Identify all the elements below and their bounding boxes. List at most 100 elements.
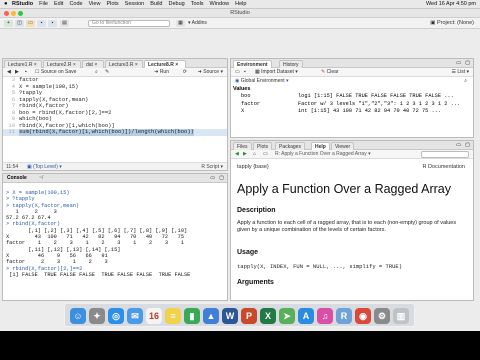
new-file-icon[interactable]: + (4, 20, 13, 27)
tab-packages[interactable]: Packages (275, 142, 305, 150)
save-icon[interactable]: ▪ (37, 20, 46, 27)
minimize-pane-icon[interactable]: ▭ (456, 141, 461, 150)
forward-arrow-icon[interactable]: ▶ (243, 150, 247, 159)
mac-dock: ☺ ✦ ◎ ✉ 16 ≡ ▮ ▲ W P X ➤ A ♫ R ◉ ⚙ ▥ (64, 303, 415, 327)
itunes-icon[interactable]: ♫ (317, 308, 333, 324)
word-icon[interactable]: W (222, 308, 238, 324)
save-workspace-icon[interactable]: ▪ (244, 68, 246, 77)
load-workspace-icon[interactable]: ▭ (235, 68, 240, 77)
tab-files[interactable]: Files (233, 142, 252, 150)
new-project-icon[interactable]: ◫ (15, 20, 24, 27)
maximize-pane-icon[interactable]: ▢ (465, 59, 470, 68)
home-icon[interactable]: ⌂ (253, 150, 256, 159)
menu-item-session[interactable]: Session (125, 1, 145, 7)
import-dataset-button[interactable]: ▦ Import Dataset ▾ (255, 68, 298, 77)
apple-icon[interactable]: ● (4, 0, 8, 9)
console-pane: Console ~/ ▭ ▢ > X = sample(100,15) > ?ta… (2, 173, 228, 301)
grid-icon[interactable]: ▦ (176, 20, 185, 27)
powerpoint-icon[interactable]: P (241, 308, 257, 324)
excel-icon[interactable]: X (260, 308, 276, 324)
numbers-icon[interactable]: ▮ (184, 308, 200, 324)
menu-item-help[interactable]: Help (235, 1, 246, 7)
appstore-icon[interactable]: A (298, 308, 314, 324)
menu-item-tools[interactable]: Tools (191, 1, 204, 7)
rerun-icon[interactable]: ⟳ (183, 68, 187, 77)
zoom-window-icon[interactable] (18, 11, 23, 16)
tab-lecture2[interactable]: Lecture2.R × (43, 60, 81, 68)
menu-item-debug[interactable]: Debug (168, 1, 184, 7)
editor-tabs: Lecture1.R × Lecture2.R × dat × Lecture3… (3, 59, 227, 68)
tab-environment[interactable]: Environment (233, 60, 272, 68)
menu-item-window[interactable]: Window (210, 1, 230, 7)
notes-icon[interactable]: ≡ (165, 308, 181, 324)
maps-icon[interactable]: ➤ (279, 308, 295, 324)
global-env-selector[interactable]: ◉ Global Environment ▾ (235, 77, 289, 86)
rstudio-icon[interactable]: R (336, 308, 352, 324)
menu-item-plots[interactable]: Plots (106, 1, 118, 7)
menu-item-view[interactable]: View (89, 1, 101, 7)
project-menu[interactable]: ▣ Project: (None) (430, 18, 474, 29)
finder-icon[interactable]: ☺ (70, 308, 86, 324)
back-arrow-icon[interactable]: ◀ (7, 68, 11, 77)
run-button[interactable]: ➜ Run (154, 68, 169, 77)
help-breadcrumb[interactable]: R: Apply a Function Over a Ragged Array … (275, 150, 371, 159)
back-arrow-icon[interactable]: ◀ (235, 150, 239, 159)
open-in-window-icon[interactable]: ▭ (263, 150, 268, 159)
environment-row[interactable]: factor Factor w/ 3 levels "1","2","3": 1 … (233, 101, 471, 109)
tab-viewer[interactable]: Viewer (331, 142, 355, 150)
code-line[interactable]: 11 sum(rbind(X,factor)[1,which(boo)])/len… (3, 128, 227, 136)
tab-history[interactable]: History (279, 60, 303, 68)
settings-icon[interactable]: ⚙ (374, 308, 390, 324)
code-editor[interactable]: 3 factor 4 X = sample(100,15) 5 ?tapply 6 tappl… (3, 76, 227, 142)
minimize-pane-icon[interactable]: ▭ (210, 174, 215, 183)
safari-icon[interactable]: ◎ (108, 308, 124, 324)
tab-lecture3[interactable]: Lecture3.R × (105, 60, 143, 68)
tab-help[interactable]: Help (311, 142, 330, 150)
source-button[interactable]: ➜ Source ▾ (198, 68, 223, 77)
help-content: tapply {base} R Documentation Apply a Fu… (231, 159, 473, 300)
mail-icon[interactable]: ✉ (127, 308, 143, 324)
search-icon[interactable]: ⌕ (464, 77, 467, 86)
menu-item-code[interactable]: Code (69, 1, 82, 7)
minimize-pane-icon[interactable]: ▭ (456, 59, 461, 68)
tab-lecture1[interactable]: Lecture1.R × (4, 60, 42, 68)
wand-icon[interactable]: ✎ (105, 68, 109, 77)
trash-icon[interactable]: ▥ (393, 308, 409, 324)
save-all-icon[interactable]: ▪ (48, 20, 57, 27)
open-file-icon[interactable]: ▭ (26, 20, 35, 27)
maximize-pane-icon[interactable]: ▢ (465, 141, 470, 150)
window-titlebar: RStudio (0, 9, 480, 18)
console-header: Console ~/ ▭ ▢ (3, 174, 227, 183)
goto-file-input[interactable]: Go to file/function (88, 20, 170, 27)
search-icon[interactable]: ⌕ (95, 68, 98, 77)
menu-item-rstudio[interactable]: RStudio (12, 1, 33, 7)
tab-plots[interactable]: Plots (253, 142, 273, 150)
tab-dat[interactable]: dat × (82, 60, 104, 68)
chrome-icon[interactable]: ◉ (355, 308, 371, 324)
addins-menu[interactable]: ▾ Addins (188, 20, 216, 27)
close-window-icon[interactable] (4, 11, 9, 16)
menu-item-file[interactable]: File (39, 1, 48, 7)
launchpad-icon[interactable]: ✦ (89, 308, 105, 324)
keynote-icon[interactable]: ▲ (203, 308, 219, 324)
menu-item-edit[interactable]: Edit (54, 1, 63, 7)
file-type-selector[interactable]: R Script ▾ (201, 163, 223, 170)
scope-selector[interactable]: ▣ (Top Level) ▾ (27, 163, 62, 170)
arguments-header: Arguments (237, 279, 274, 286)
window-title: RStudio (230, 10, 250, 16)
maximize-pane-icon[interactable]: ▢ (219, 174, 224, 183)
help-search-input[interactable] (421, 151, 469, 158)
calendar-icon[interactable]: 16 (146, 308, 162, 324)
environment-row[interactable]: Xint [1:15] 43 100 71 42 82 94 70 40 72 … (233, 108, 471, 116)
source-on-save-checkbox[interactable]: ☐ Source on Save (35, 68, 76, 77)
environment-row[interactable]: boo logi [1:15] FALSE TRUE FALSE FALSE TR… (233, 93, 471, 101)
clear-button[interactable]: ✎ Clear (321, 68, 339, 77)
minimize-window-icon[interactable] (11, 11, 16, 16)
variable-name: boo (241, 93, 251, 99)
print-icon[interactable]: ▤ (60, 20, 69, 27)
tab-lecture8[interactable]: Lecture8.R × (144, 60, 186, 68)
list-view-selector[interactable]: ☰ List ▾ (451, 68, 469, 77)
console-output[interactable]: > X = sample(100,15) > ?tapply > tapply(X,… (6, 190, 223, 278)
menu-item-build[interactable]: Build (150, 1, 162, 7)
console-path[interactable]: ~/ (39, 174, 43, 183)
